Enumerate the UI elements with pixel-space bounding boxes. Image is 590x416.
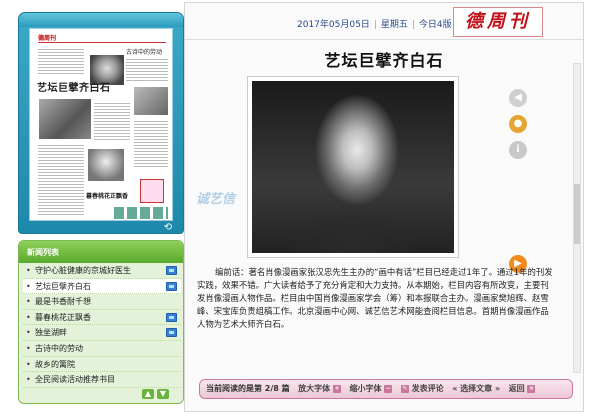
issue-date: 2017年05月05日 bbox=[297, 20, 370, 30]
scrollbar-thumb[interactable] bbox=[574, 184, 580, 244]
article-toolbar: 当前阅读的是第 2/8 篇 放大字体 + 缩小字体 − ✎ 发表评论 « 选择文… bbox=[199, 379, 573, 399]
bullet-icon: • bbox=[26, 297, 31, 307]
thumbnail-right-title: 古诗中的劳动 bbox=[126, 49, 163, 56]
list-item[interactable]: • 故乡的篱院 bbox=[23, 357, 181, 373]
bullet-icon: • bbox=[26, 343, 31, 353]
watermark: 诚艺信 bbox=[196, 192, 236, 207]
thumbnail-top-strip bbox=[19, 13, 183, 27]
news-list-panel: 新闻列表 • 守护心脏健康的京城好医生 • 艺坛巨擘齐白石 • 最是书香耐千想 • 暮春桃花正… bbox=[18, 240, 184, 404]
scroll-down-icon[interactable]: ▼ bbox=[157, 389, 169, 399]
plus-icon: + bbox=[332, 384, 341, 393]
bullet-icon: • bbox=[26, 328, 31, 338]
list-item[interactable]: • 暮春桃花正飘香 bbox=[23, 310, 181, 326]
news-list-pager: ▲ ▼ bbox=[139, 389, 169, 399]
thumbnail-logo: 德周刊 bbox=[38, 35, 57, 42]
thumbnail-masthead: 德周刊 bbox=[38, 33, 166, 43]
list-item[interactable]: • 独坐湖畔 bbox=[23, 325, 181, 341]
thumbnail-text-column bbox=[126, 57, 168, 83]
refresh-icon[interactable]: ⟲ bbox=[161, 223, 175, 233]
list-item[interactable]: • 全民阅读活动推荐书目 bbox=[23, 372, 181, 388]
page-thumbnail[interactable]: 德周刊 古诗中的劳动 艺坛巨擘齐白石 暮春桃花正飘香 bbox=[29, 28, 173, 221]
thumbnail-bottom-pictures bbox=[114, 207, 168, 219]
thumbnail-text-column bbox=[38, 47, 84, 75]
list-item-label: 独坐湖畔 bbox=[35, 328, 67, 338]
article-body: 编前话：著名肖像漫画家张汉忠先生主办的“画中有话”栏目已经走过1年了。通过1年的… bbox=[197, 267, 553, 329]
article-panel: 2017年05月05日 | 星期五 | 今日4版 德周刊 艺坛巨擘齐白石 ◀ ● i ▶… bbox=[184, 2, 584, 412]
news-list-header: 新闻列表 bbox=[19, 241, 183, 263]
list-item[interactable]: • 最是书香耐千想 bbox=[23, 294, 181, 310]
article-photo-frame bbox=[247, 76, 459, 258]
person-icon[interactable]: ● bbox=[509, 115, 527, 133]
thumbnail-photo bbox=[39, 99, 91, 139]
bullet-icon: • bbox=[26, 281, 31, 291]
picture-icon bbox=[166, 328, 177, 338]
info-icon[interactable]: i bbox=[509, 141, 527, 159]
article-scrollbar[interactable] bbox=[573, 63, 581, 373]
list-item-label: 暮春桃花正飘香 bbox=[35, 312, 91, 322]
news-list: • 守护心脏健康的京城好医生 • 艺坛巨擘齐白石 • 最是书香耐千想 • 暮春桃花正飘香 • 独坐… bbox=[19, 263, 183, 388]
date-bar: 2017年05月05日 | 星期五 | 今日4版 bbox=[297, 20, 452, 30]
picture-icon bbox=[166, 266, 177, 275]
page-thumbnail-frame: 德周刊 古诗中的劳动 艺坛巨擘齐白石 暮春桃花正飘香 ⟲ bbox=[18, 12, 184, 234]
minus-icon: − bbox=[384, 384, 393, 393]
article-photo bbox=[252, 81, 454, 253]
header-divider bbox=[185, 39, 583, 40]
back-button[interactable]: 返回 × bbox=[509, 384, 536, 393]
list-item-label: 故乡的篱院 bbox=[35, 359, 75, 369]
thumbnail-photo bbox=[88, 149, 124, 181]
bullet-icon: • bbox=[26, 375, 31, 385]
thumbnail-text-column bbox=[94, 101, 130, 141]
comment-icon: ✎ bbox=[400, 384, 409, 393]
list-item-label: 艺坛巨擘齐白石 bbox=[35, 281, 91, 291]
picture-icon bbox=[166, 312, 177, 322]
reading-position: 当前阅读的是第 2/8 篇 bbox=[206, 384, 290, 393]
list-item-label: 古诗中的劳动 bbox=[35, 343, 83, 353]
bullet-icon: • bbox=[26, 359, 31, 369]
thumbnail-photo bbox=[134, 87, 168, 115]
picture-icon bbox=[166, 281, 177, 291]
previous-image-button[interactable]: ◀ bbox=[509, 89, 527, 107]
issue-weekday: 星期五 bbox=[380, 20, 408, 30]
bullet-icon: • bbox=[26, 266, 31, 275]
close-icon: × bbox=[527, 384, 536, 393]
scroll-up-icon[interactable]: ▲ bbox=[142, 389, 154, 399]
issue-page-count: 今日4版 bbox=[418, 20, 452, 30]
list-item-label: 最是书香耐千想 bbox=[35, 297, 91, 307]
brand-logo: 德周刊 bbox=[453, 7, 543, 37]
thumbnail-mid-title: 暮春桃花正飘香 bbox=[86, 193, 129, 200]
thumbnail-headline: 艺坛巨擘齐白石 bbox=[37, 83, 111, 94]
left-panel: 德周刊 古诗中的劳动 艺坛巨擘齐白石 暮春桃花正飘香 ⟲ 新闻列表 • 守护心脏健… bbox=[18, 12, 184, 404]
list-item[interactable]: • 古诗中的劳动 bbox=[23, 341, 181, 357]
font-bigger-button[interactable]: 放大字体 + bbox=[298, 384, 341, 393]
list-item[interactable]: • 艺坛巨擘齐白石 bbox=[23, 278, 181, 295]
article-title: 艺坛巨擘齐白石 bbox=[324, 51, 444, 70]
thumbnail-text-column bbox=[38, 143, 84, 215]
thumbnail-text-column bbox=[134, 119, 168, 169]
thumbnail-ad-box bbox=[140, 179, 164, 203]
font-smaller-button[interactable]: 缩小字体 − bbox=[350, 384, 393, 393]
list-item-label: 守护心脏健康的京城好医生 bbox=[35, 266, 131, 275]
list-item[interactable]: • 守护心脏健康的京城好医生 bbox=[23, 263, 181, 279]
comment-button[interactable]: ✎ 发表评论 bbox=[400, 384, 444, 393]
list-item-label: 全民阅读活动推荐书目 bbox=[35, 375, 115, 385]
choose-article-button[interactable]: « 选择文章 » bbox=[452, 384, 500, 393]
bullet-icon: • bbox=[26, 312, 31, 322]
